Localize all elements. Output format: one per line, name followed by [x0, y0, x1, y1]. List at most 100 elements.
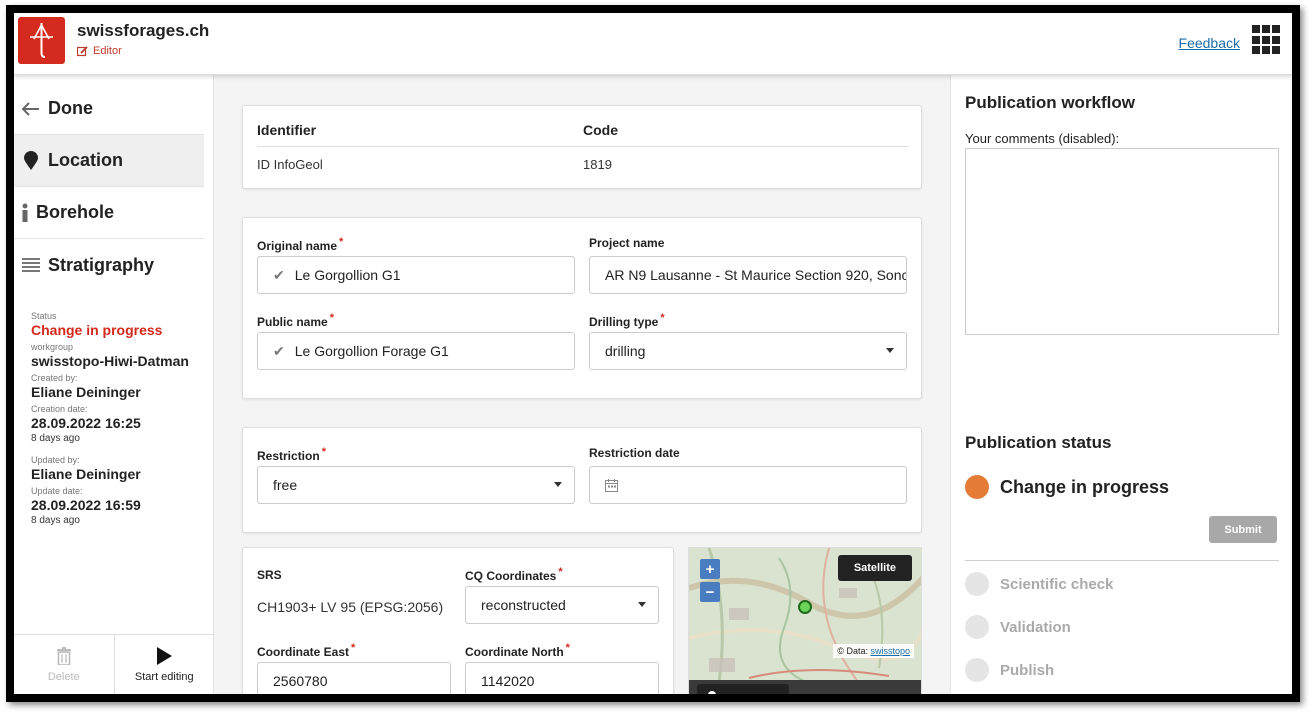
nav-item-label: Done [48, 98, 93, 118]
cq-coordinates-label: CQ Coordinates * [465, 566, 563, 583]
names-card: Original name * ✔ Le Gorgollion G1 Projec… [242, 217, 922, 399]
coordinate-north-field[interactable]: 1142020 [465, 662, 659, 694]
identifier-column-header: Identifier [257, 122, 317, 138]
map-pin-icon [708, 691, 716, 694]
workgroup-value: swisstopo-Hiwi-Datman [31, 353, 189, 369]
check-icon: ✔ [273, 266, 285, 283]
project-name-field[interactable]: AR N9 Lausanne - St Maurice Section 920,… [589, 256, 907, 294]
swissforages-logo[interactable] [18, 17, 65, 64]
satellite-toggle-button[interactable]: Satellite [837, 555, 912, 581]
apps-grid-icon[interactable] [1252, 25, 1282, 55]
cq-coordinates-select[interactable]: reconstructed [465, 586, 659, 624]
cq-coordinates-value: reconstructed [481, 597, 566, 613]
status-dot-icon [965, 572, 989, 596]
nav-item-location[interactable]: Location [14, 135, 204, 187]
creation-date-value: 28.09.2022 16:25 [31, 415, 141, 431]
map-attribution: © Data: swisstopo [833, 644, 914, 658]
step-label: Validation [1000, 618, 1071, 636]
workgroup-label: workgroup [31, 342, 74, 352]
srs-value: CH1903+ LV 95 (EPSG:2056) [257, 599, 444, 615]
comments-textarea [965, 148, 1279, 335]
created-by-label: Created by: [31, 373, 78, 383]
nav-item-stratigraphy[interactable]: Stratigraphy [14, 239, 204, 291]
project-name-label: Project name [589, 236, 665, 250]
coordinates-card: SRS CH1903+ LV 95 (EPSG:2056) CQ Coordin… [242, 547, 674, 694]
nav-item-label: Location [48, 150, 123, 170]
identifier-cell: ID InfoGeol [257, 157, 323, 172]
original-name-label: Original name * [257, 236, 344, 253]
restriction-date-field[interactable] [589, 466, 907, 504]
update-date-value: 28.09.2022 16:59 [31, 497, 141, 513]
info-icon [14, 203, 36, 223]
chevron-down-icon [886, 348, 894, 353]
map-pin-tool[interactable] [697, 684, 789, 694]
coordinate-north-value: 1142020 [481, 673, 535, 689]
editor-mode-label: Editor [93, 45, 122, 57]
srs-label: SRS [257, 568, 282, 582]
drilling-type-label: Drilling type * [589, 312, 665, 329]
original-name-field[interactable]: ✔ Le Gorgollion G1 [257, 256, 575, 294]
step-label: Scientific check [1000, 575, 1114, 593]
map-toolbar [689, 680, 921, 694]
play-icon [157, 646, 173, 665]
public-name-field[interactable]: ✔ Le Gorgollion Forage G1 [257, 332, 575, 370]
restriction-value: free [273, 477, 298, 493]
attribution-prefix: © Data: [837, 646, 868, 656]
restriction-card: Restriction * free Restriction date [242, 427, 922, 533]
start-editing-button[interactable]: Start editing [113, 635, 215, 694]
location-map[interactable]: + − Satellite © Data: swisstopo [688, 547, 922, 694]
created-by-value: Eliane Deininger [31, 384, 141, 400]
feedback-link[interactable]: Feedback [1179, 35, 1240, 51]
updated-by-value: Eliane Deininger [31, 466, 141, 482]
editor-mode-badge: Editor [77, 45, 122, 57]
coordinate-east-field[interactable]: 2560780 [257, 662, 451, 694]
restriction-date-label: Restriction date [589, 446, 680, 460]
original-name-value: Le Gorgollion G1 [294, 267, 401, 283]
coordinate-east-value: 2560780 [273, 673, 328, 689]
step-validation: Validation [965, 615, 1071, 639]
comments-label: Your comments (disabled): [965, 131, 1120, 146]
start-editing-label: Start editing [134, 670, 194, 683]
delete-button[interactable]: Delete [14, 635, 114, 694]
nav-item-borehole[interactable]: Borehole [14, 187, 204, 239]
status-dot-icon [965, 475, 989, 499]
coordinate-north-label: Coordinate North * [465, 642, 570, 659]
nav-item-label: Stratigraphy [48, 254, 155, 275]
submit-button[interactable]: Submit [1209, 516, 1277, 543]
sidebar-footer: Delete Start editing [14, 634, 214, 694]
restriction-select[interactable]: free [257, 466, 575, 504]
updated-by-label: Updated by: [31, 455, 80, 465]
identifier-card: Identifier Code ID InfoGeol 1819 [242, 105, 922, 189]
public-name-value: Le Gorgollion Forage G1 [294, 343, 449, 359]
public-name-label: Public name * [257, 312, 334, 329]
delete-label: Delete [47, 670, 80, 683]
update-date-label: Update date: [31, 486, 83, 496]
borehole-marker[interactable] [798, 600, 812, 614]
drilling-type-value: drilling [605, 343, 646, 359]
update-ago: 8 days ago [31, 515, 80, 526]
chevron-down-icon [638, 602, 646, 607]
chevron-down-icon [554, 482, 562, 487]
step-publish: Publish [965, 658, 1054, 682]
attribution-link[interactable]: swisstopo [870, 646, 910, 656]
nav-item-done[interactable]: Done [14, 83, 204, 135]
code-cell: 1819 [583, 157, 612, 172]
trash-icon [56, 646, 71, 665]
coordinate-east-label: Coordinate East * [257, 642, 356, 659]
app-title: swissforages.ch [77, 21, 210, 40]
calendar-icon [605, 478, 618, 492]
publication-panel: Publication workflow Your comments (disa… [950, 75, 1292, 694]
app-window: swissforages.ch Editor Feedback Done Loc… [6, 5, 1300, 702]
check-icon: ✔ [273, 342, 285, 359]
publication-workflow-title: Publication workflow [965, 93, 1136, 112]
arrow-left-icon [14, 101, 48, 117]
drilling-type-select[interactable]: drilling [589, 332, 907, 370]
borehole-metadata: Status Change in progress workgroup swis… [31, 307, 211, 526]
map-zoom-in-button[interactable]: + [700, 559, 720, 579]
project-name-value: AR N9 Lausanne - St Maurice Section 920,… [605, 267, 907, 283]
restriction-label: Restriction * [257, 446, 326, 463]
nav-item-label: Borehole [36, 202, 115, 222]
map-zoom-out-button[interactable]: − [700, 582, 720, 602]
app-header: swissforages.ch Editor Feedback [14, 13, 1292, 75]
step-scientific-check: Scientific check [965, 572, 1113, 596]
